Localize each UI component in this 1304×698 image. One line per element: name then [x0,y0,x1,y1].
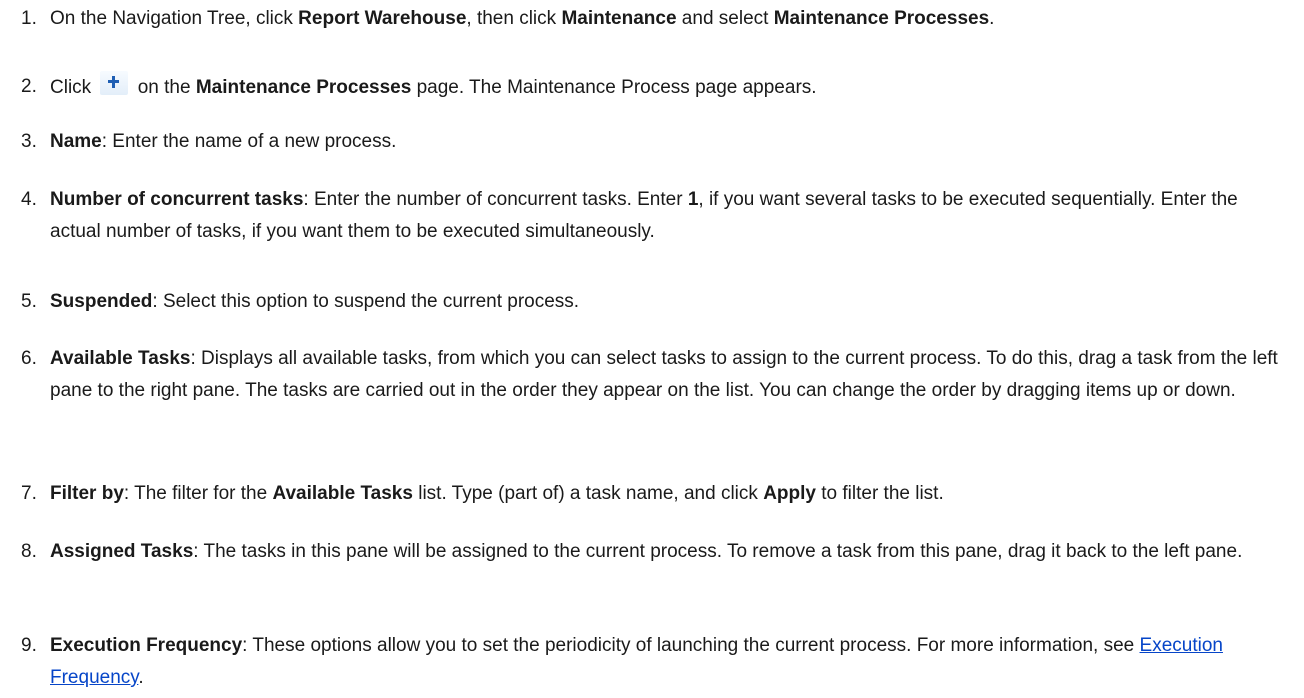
step-number: 8. [21,541,37,562]
text-run: : Displays all available tasks, from whi… [50,348,1278,401]
step-3: 3. Name: Enter the name of a new process… [0,126,1290,158]
bold-term: Number of concurrent tasks [50,189,304,210]
text-run: . [138,667,144,688]
text-run: : Select this option to suspend the curr… [152,291,580,312]
bold-term: Apply [763,483,816,504]
step-9: 9. Execution Frequency: These options al… [0,630,1290,694]
text-run: On the Navigation Tree, click [50,8,299,29]
text-run: : The filter for the [123,483,273,504]
plus-icon [100,71,129,95]
step-number: 6. [21,348,37,369]
bold-term: Suspended [50,291,153,312]
step-5: 5. Suspended: Select this option to susp… [0,286,1290,318]
bold-term: Available Tasks [50,348,191,369]
text-run: , then click [466,8,562,29]
step-8: 8. Assigned Tasks: The tasks in this pan… [0,536,1290,568]
step-number: 1. [21,8,37,29]
step-text: Available Tasks: Displays all available … [50,343,1290,407]
bold-term: 1 [687,189,699,210]
step-text: Assigned Tasks: The tasks in this pane w… [50,536,1290,568]
bold-term: Maintenance Processes [195,77,412,98]
text-run: : Enter the name of a new process. [101,131,397,152]
step-7: 7. Filter by: The filter for the Availab… [0,478,1290,510]
text-run: : Enter the number of concurrent tasks. … [303,189,688,210]
bold-term: Maintenance [561,8,677,29]
text-run: : These options allow you to set the per… [242,635,1140,656]
step-6: 6. Available Tasks: Displays all availab… [0,343,1290,407]
step-text: Name: Enter the name of a new process. [50,126,1290,158]
step-text: Suspended: Select this option to suspend… [50,286,1290,318]
step-number: 7. [21,483,37,504]
step-number: 4. [21,189,37,210]
text-run: . [989,8,995,29]
text-run: list. Type (part of) a task name, and cl… [412,483,764,504]
step-number: 5. [21,291,37,312]
step-text: On the Navigation Tree, click Report War… [50,3,1290,35]
step-text: Filter by: The filter for the Available … [50,478,1290,510]
step-2: 2. Click on the Maintenance Processes pa… [0,71,1290,104]
text-run: page. The Maintenance Process page appea… [411,77,817,98]
text-run: to filter the list. [815,483,944,504]
text-run: on the [132,77,196,98]
step-1: 1. On the Navigation Tree, click Report … [0,3,1290,35]
bold-term: Name [50,131,102,152]
step-number: 9. [21,635,37,656]
step-text: Click on the Maintenance Processes page.… [50,71,1290,104]
bold-term: Available Tasks [272,483,413,504]
text-run: Click [50,77,97,98]
step-text: Number of concurrent tasks: Enter the nu… [50,184,1290,248]
step-number: 2. [21,76,37,97]
bold-term: Filter by [50,483,124,504]
text-run: : The tasks in this pane will be assigne… [193,541,1243,562]
text-run: and select [676,8,774,29]
step-number: 3. [21,131,37,152]
step-text: Execution Frequency: These options allow… [50,630,1290,694]
bold-term: Assigned Tasks [50,541,194,562]
bold-term: Maintenance Processes [773,8,990,29]
step-4: 4. Number of concurrent tasks: Enter the… [0,184,1290,248]
bold-term: Execution Frequency [50,635,243,656]
bold-term: Report Warehouse [298,8,467,29]
